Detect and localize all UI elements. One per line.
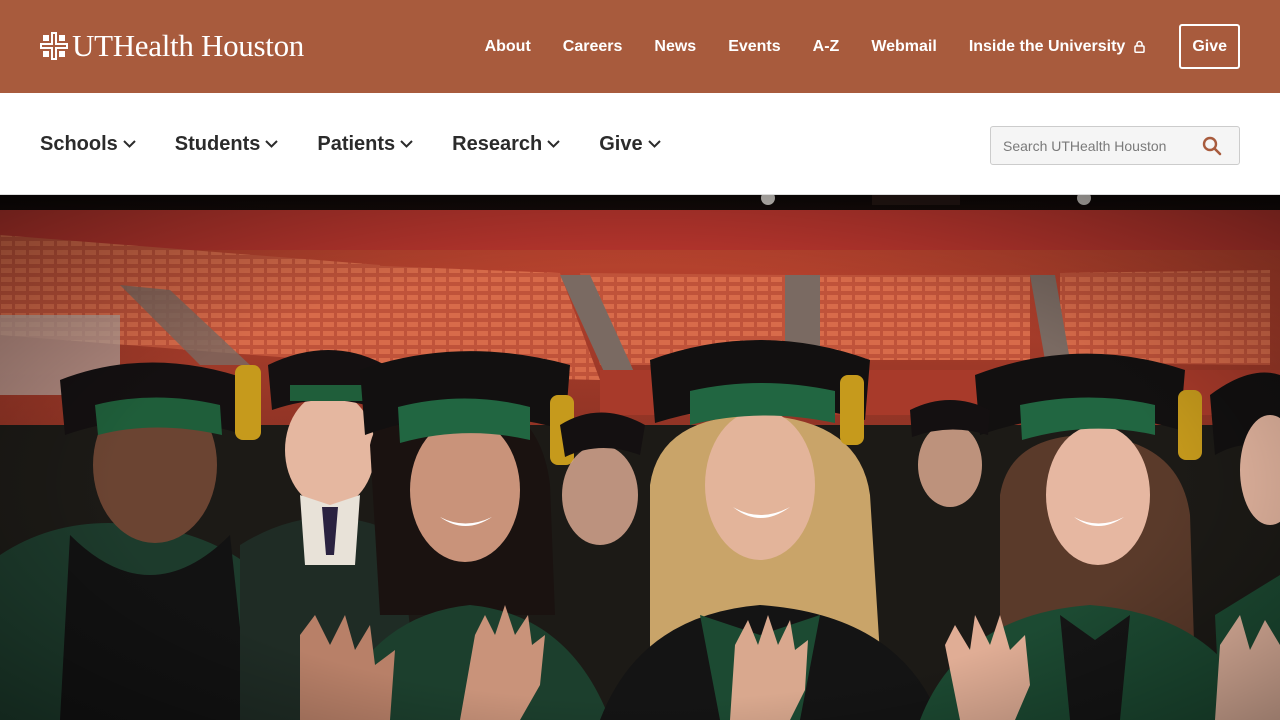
utility-link-a-z[interactable]: A-Z [813,38,840,56]
menu-item-label: Patients [317,132,396,155]
menu-item-schools[interactable]: Schools [40,133,136,156]
utility-link-careers[interactable]: Careers [563,38,623,56]
menu-item-patients[interactable]: Patients [317,133,413,156]
logo-text: UTHealth Houston [72,28,304,63]
menu-item-label: Research [452,132,543,155]
utility-link-inside-the-university[interactable]: Inside the University [969,38,1146,56]
menu-item-students[interactable]: Students [175,133,279,156]
search-box [990,126,1240,165]
utility-link-webmail[interactable]: Webmail [871,38,937,56]
main-nav: Schools Students Patients Research Give [0,93,1280,195]
main-menu: Schools Students Patients Research Give [40,93,700,195]
utility-link-label: Inside the University [968,37,1126,55]
chevron-down-icon [123,140,136,148]
give-button[interactable]: Give [1179,24,1240,69]
menu-item-give[interactable]: Give [599,132,661,156]
utility-link-events[interactable]: Events [728,38,780,56]
utility-link-label: News [654,37,697,55]
top-utility-bar: UTHealth Houston About Careers News Even… [0,0,1280,93]
menu-item-research[interactable]: Research [452,133,560,156]
utility-link-label: Careers [562,37,623,55]
search-input[interactable] [991,127,1196,164]
menu-item-label: Students [174,132,261,155]
chevron-down-icon [547,140,560,148]
utility-nav: About Careers News Events A-Z Webmail In… [485,24,1240,69]
menu-item-label: Give [599,132,643,155]
chevron-down-icon [265,140,279,148]
chevron-down-icon [400,140,413,148]
utility-link-label: A-Z [812,37,840,55]
logo-mark-icon [40,32,68,60]
menu-item-label: Schools [40,132,118,155]
lock-icon [1134,40,1146,53]
graduates-photo [0,195,1280,720]
utility-link-label: Webmail [871,37,937,55]
utility-link-label: About [484,37,531,55]
utility-link-about[interactable]: About [485,38,531,56]
hero-image [0,195,1280,720]
search-icon[interactable] [1202,136,1222,156]
chevron-down-icon [647,140,661,148]
utility-link-news[interactable]: News [654,38,696,56]
site-logo[interactable]: UTHealth Houston [40,26,304,66]
utility-link-label: Events [728,37,781,55]
